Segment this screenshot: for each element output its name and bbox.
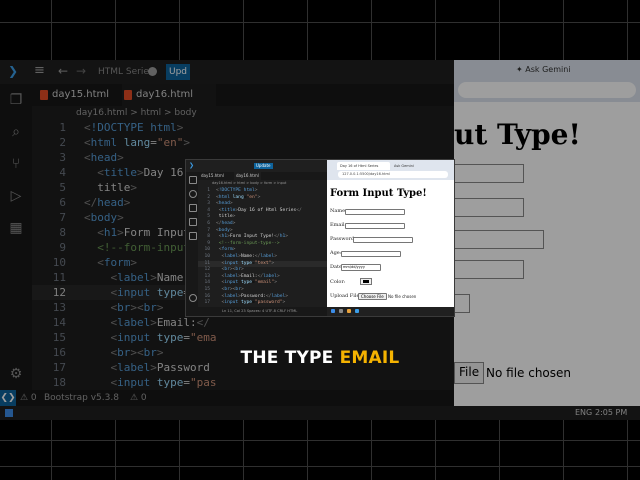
line-content: <label>Password:</label> [221, 293, 289, 299]
inset-code-line[interactable]: 12 <br><br> [198, 267, 327, 273]
extensions-icon[interactable] [189, 232, 197, 240]
caption-text: THE TYPE EMAIL [0, 348, 640, 368]
run-debug-icon[interactable] [189, 218, 197, 226]
line-number: 7 [207, 227, 210, 233]
inset-code-line[interactable]: 3 <head> [198, 201, 327, 207]
browser-tab-day16[interactable]: Day 16 of Html Series [337, 162, 390, 170]
line-number: 9 [207, 240, 210, 246]
line-number: 3 [207, 201, 210, 207]
line-content: <input type="text"> [221, 260, 275, 266]
search-icon[interactable] [189, 190, 197, 198]
color-picker[interactable] [360, 278, 372, 285]
date-placeholder: mm/dd/yyyy [343, 265, 365, 269]
password-label: Password: [330, 236, 356, 242]
line-number: 16 [204, 293, 210, 299]
line-number: 5 [207, 214, 210, 220]
inset-code-line[interactable]: 2 <html lang="en"> [198, 195, 327, 201]
inset-code-line[interactable]: 1 <!DOCTYPE html> [198, 188, 327, 194]
inset-code-line[interactable]: 15 <br><br> [198, 287, 327, 293]
status-text: Ln 11, Col 23 Spaces: 4 UTF-8 CRLF HTML [222, 309, 298, 313]
search-taskbar-icon[interactable] [339, 309, 343, 313]
inset-taskbar [327, 307, 454, 316]
windows-start-icon[interactable] [331, 309, 335, 313]
no-file-text: No file chosen [388, 294, 417, 299]
inset-code-line[interactable]: 17 <input type="password"> [198, 300, 327, 306]
password-input[interactable] [353, 237, 413, 243]
line-content: <body> [216, 227, 233, 233]
inset-code-line[interactable]: 13 <label>Email:</label> [198, 274, 327, 280]
inset-breadcrumb[interactable]: day16.html > html > body > form > input [198, 180, 341, 186]
upload-label: Upload File: [330, 293, 362, 299]
age-label: Age: [330, 250, 342, 256]
line-number: 11 [204, 260, 210, 266]
inset-code-line[interactable]: 6 </head> [198, 221, 327, 227]
inset-screenshot: ❯ Update day15.html day16.html day16.htm… [186, 160, 454, 316]
line-content: <title>Day 16 of Html Series</ [218, 207, 302, 213]
caption-highlight: EMAIL [339, 348, 400, 368]
inset-code-line[interactable]: 16 <label>Password:</label> [198, 294, 327, 300]
line-content: <br><br> [221, 267, 244, 273]
inset-address-bar[interactable]: 127.0.0.1:5500/day16.html [338, 171, 448, 178]
inset-code-line[interactable]: 5 title> [198, 214, 327, 220]
line-number: 2 [207, 194, 210, 200]
line-number: 15 [204, 287, 210, 292]
inset-code-line[interactable]: 11 <input type="text"> [198, 260, 327, 267]
line-number: 8 [207, 234, 210, 240]
line-content: <html lang="en"> [216, 194, 261, 200]
line-content: <label>Email:</label> [221, 273, 280, 279]
line-number: 13 [204, 273, 210, 279]
line-number: 4 [207, 207, 210, 213]
line-number: 1 [207, 188, 210, 193]
choose-file-button[interactable]: Choose File [358, 293, 387, 300]
line-content: <input type="password"> [221, 300, 286, 306]
caption-prefix: THE TYPE [240, 348, 340, 368]
inset-status-bar: Ln 11, Col 23 Spaces: 4 UTF-8 CRLF HTML [186, 307, 327, 316]
inset-code-line[interactable]: 14 <input type="email"> [198, 280, 327, 286]
line-content: <head> [216, 201, 233, 207]
inset-code-line[interactable]: 10 <form> [198, 247, 327, 253]
line-content: <br><br> [221, 287, 244, 292]
inset-code-line[interactable]: 4 <title>Day 16 of Html Series</ [198, 208, 327, 214]
email-input[interactable] [345, 223, 405, 229]
line-content: <form> [218, 247, 236, 253]
page-title: Form Input Type! [330, 188, 427, 199]
line-number: 14 [204, 280, 210, 286]
inset-code-line[interactable]: 7 <body> [198, 228, 327, 234]
line-number: 10 [204, 254, 210, 259]
line-content: <!--form-input-type--> [218, 240, 280, 246]
line-number: 10 [204, 247, 210, 253]
inset-title-bar: ❯ Update [186, 160, 327, 172]
line-number: 17 [204, 300, 210, 306]
inset-code-line[interactable]: 10 <label>Name:</label> [198, 254, 327, 260]
source-control-icon[interactable] [189, 204, 197, 212]
inset-activity-bar [186, 172, 198, 307]
inset-code-line[interactable]: 8 <h1>Form Input Type!</h1> [198, 234, 327, 240]
inset-tab-bar: day15.html day16.html [198, 172, 327, 180]
line-content: <label>Name:</label> [221, 254, 277, 259]
line-content: <h1>Form Input Type!</h1> [218, 234, 289, 240]
line-content: </head> [216, 221, 236, 226]
line-content: <!DOCTYPE html> [216, 188, 258, 193]
date-input[interactable]: mm/dd/yyyy [341, 264, 381, 271]
line-number: 12 [204, 267, 210, 273]
line-number: 6 [207, 221, 210, 226]
age-input[interactable] [341, 251, 401, 257]
vscode-taskbar-icon[interactable] [355, 309, 359, 313]
inset-code-line[interactable]: 9 <!--form-input-type--> [198, 241, 327, 247]
browser-tab-ask[interactable]: Ask Gemini [391, 162, 434, 170]
name-input[interactable] [345, 209, 405, 215]
update-button[interactable]: Update [254, 163, 273, 169]
color-label: Color: [330, 279, 346, 285]
chrome-taskbar-icon[interactable] [347, 309, 351, 313]
line-content: title> [218, 214, 236, 220]
explorer-icon[interactable] [189, 176, 197, 184]
tab-day16[interactable]: day16.html [234, 172, 261, 180]
settings-gear-icon[interactable] [189, 294, 197, 302]
email-label: Email: [330, 222, 347, 228]
line-content: <input type="email"> [221, 280, 277, 286]
vscode-logo-icon: ❯ [189, 162, 195, 169]
tab-day15[interactable]: day15.html [201, 172, 224, 180]
